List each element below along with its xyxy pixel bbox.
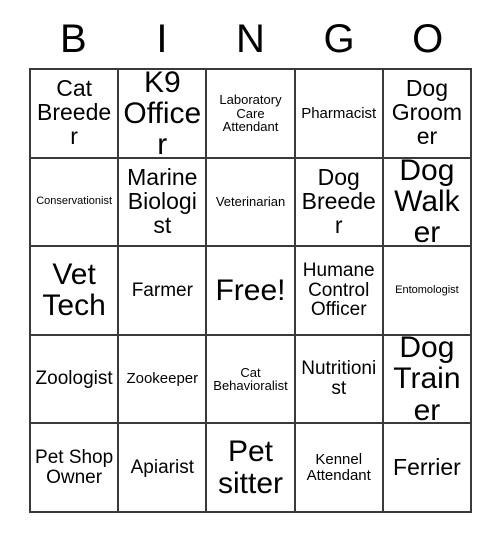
bingo-header-letter-i: I — [156, 17, 168, 61]
bingo-cell[interactable]: Pet sitter — [207, 424, 296, 513]
bingo-cell-label: Apiarist — [130, 456, 194, 478]
bingo-cell[interactable]: Veterinarian — [207, 158, 296, 248]
bingo-cell[interactable]: Kennel Attendant — [295, 424, 384, 513]
bingo-cell-label: Ferrier — [393, 453, 461, 480]
bingo-cell[interactable]: Zoologist — [31, 335, 120, 425]
bingo-cell-label: Free! — [215, 273, 286, 307]
bingo-header-letter-o: O — [412, 17, 444, 61]
bingo-header-letter-g: G — [323, 17, 355, 61]
bingo-cell[interactable]: Laboratory Care Attendant — [207, 70, 296, 159]
bingo-cell-label: Cat Breeder — [37, 75, 112, 150]
bingo-cell[interactable]: Dog Groomer — [383, 70, 473, 159]
bingo-cell-label: Zoologist — [35, 368, 113, 390]
bingo-cell[interactable]: Pet Shop Owner — [31, 424, 120, 513]
bingo-cell[interactable]: Cat Breeder — [31, 70, 120, 159]
bingo-cell-label: Farmer — [131, 279, 193, 301]
bingo-cell-label: Dog Breeder — [301, 164, 376, 238]
bingo-cell-label: Marine Biologist — [127, 164, 198, 238]
bingo-cell[interactable]: Dog Breeder — [295, 158, 384, 248]
bingo-row: Pet Shop Owner Apiarist Pet sitter Kenne… — [31, 424, 473, 513]
bingo-cell[interactable]: Dog Trainer — [383, 335, 473, 425]
bingo-cell[interactable]: Cat Behavioralist — [207, 335, 296, 425]
bingo-cell[interactable]: Marine Biologist — [119, 158, 208, 248]
bingo-cell-label: Vet Tech — [42, 258, 106, 323]
bingo-cell[interactable]: Entomologist — [383, 247, 473, 336]
bingo-cell-label: Pharmacist — [301, 104, 377, 122]
bingo-cell[interactable]: Apiarist — [119, 424, 208, 513]
bingo-header-letter-n: N — [236, 17, 265, 61]
bingo-cell[interactable]: K9 Officer — [119, 70, 208, 159]
bingo-cell-label: Cat Behavioralist — [213, 364, 288, 394]
bingo-cell[interactable]: Vet Tech — [31, 247, 120, 336]
bingo-cell[interactable]: Ferrier — [383, 424, 473, 513]
bingo-row: Zoologist Zookeeper Cat Behavioralist Nu… — [31, 335, 473, 425]
bingo-cell-label: Dog Walker — [394, 158, 460, 248]
bingo-cell-label: Nutritionist — [301, 358, 377, 400]
bingo-cell-label: Dog Groomer — [391, 75, 463, 150]
bingo-cell-label: Pet Shop Owner — [35, 446, 114, 488]
bingo-cell[interactable]: Zookeeper — [119, 335, 208, 425]
bingo-header-row: B I N G O — [29, 10, 472, 68]
bingo-cell-label: K9 Officer — [123, 70, 202, 159]
bingo-cell-label: Veterinarian — [215, 194, 286, 210]
bingo-cell-label: Zookeeper — [126, 370, 199, 388]
bingo-cell[interactable]: Conservationist — [31, 158, 120, 248]
bingo-row: Cat Breeder K9 Officer Laboratory Care A… — [31, 70, 473, 159]
bingo-cell[interactable]: Pharmacist — [295, 70, 384, 159]
bingo-header-letter-b: B — [59, 17, 87, 61]
bingo-cell[interactable]: Nutritionist — [295, 335, 384, 425]
bingo-cell[interactable]: Dog Walker — [383, 158, 473, 248]
bingo-cell[interactable]: Humane Control Officer — [295, 247, 384, 336]
bingo-card: B I N G O Cat Breeder K9 Officer Laborat… — [29, 10, 473, 513]
bingo-cell[interactable]: Farmer — [119, 247, 208, 336]
bingo-row: Conservationist Marine Biologist Veterin… — [31, 158, 473, 248]
bingo-cell-free[interactable]: Free! — [207, 247, 296, 336]
bingo-row: Vet Tech Farmer Free! Humane Control Off… — [31, 247, 473, 336]
bingo-cell-label: Laboratory Care Attendant — [219, 92, 282, 135]
bingo-cell-label: Kennel Attendant — [306, 451, 371, 484]
bingo-cell-label: Humane Control Officer — [302, 259, 375, 321]
bingo-cell-label: Entomologist — [395, 283, 459, 296]
bingo-cell-label: Conservationist — [36, 195, 113, 208]
bingo-cell-label: Dog Trainer — [393, 335, 461, 425]
bingo-cell-label: Pet sitter — [218, 435, 284, 500]
bingo-grid: Cat Breeder K9 Officer Laboratory Care A… — [29, 68, 473, 513]
